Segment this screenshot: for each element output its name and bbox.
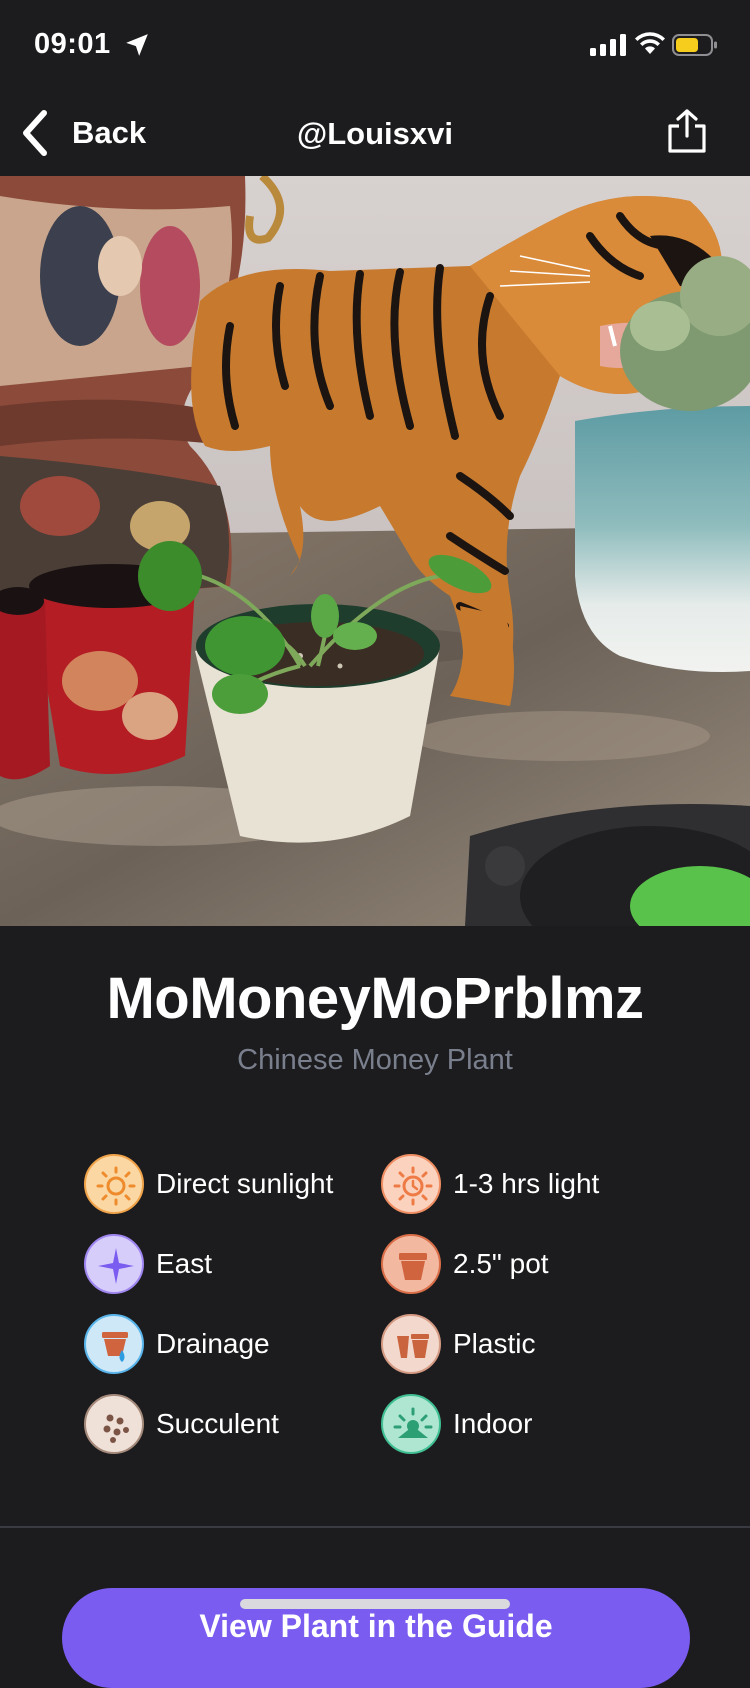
attribute-label: Succulent [156,1408,279,1439]
attribute-light-hours: 1-3 hrs light [381,1154,599,1214]
attribute-label: Plastic [453,1328,536,1359]
compass-star-icon [84,1234,144,1294]
attribute-soil: Succulent [84,1394,279,1454]
indoor-icon [381,1394,441,1454]
attribute-direction: East [84,1234,212,1294]
attribute-label: 1-3 hrs light [453,1168,600,1199]
home-indicator[interactable] [240,1599,510,1609]
divider [0,1526,750,1528]
attribute-label: Drainage [156,1328,270,1359]
battery-icon [672,34,717,56]
attribute-pot-size: 2.5" pot [381,1234,549,1294]
attribute-light-type: Direct sunlight [84,1154,333,1214]
pot-material-icon [381,1314,441,1374]
plant-nickname: MoMoneyMoPrblmz [106,966,644,1031]
plant-photo [0,176,750,926]
page-title: @Louisxvi [297,116,453,151]
attribute-label: Indoor [453,1408,533,1439]
attribute-drainage: Drainage [84,1314,270,1374]
wifi-icon [635,32,665,54]
location-arrow-icon [126,34,148,56]
share-icon[interactable] [666,108,708,154]
status-time: 09:01 [34,28,111,60]
sun-icon [84,1154,144,1214]
attribute-label: 2.5" pot [453,1248,549,1279]
drainage-pot-icon [84,1314,144,1374]
cta-label: View Plant in the Guide [199,1608,553,1644]
attribute-pot-material: Plastic [381,1314,535,1374]
cellular-signal-icon [590,34,626,56]
attribute-label: Direct sunlight [156,1168,334,1199]
attribute-location: Indoor [381,1394,532,1454]
status-bar: 09:01 [0,0,750,90]
sun-clock-icon [381,1154,441,1214]
pot-icon [381,1234,441,1294]
attribute-label: East [156,1248,213,1279]
plant-species: Chinese Money Plant [237,1044,513,1076]
soil-icon [84,1394,144,1454]
navigation-bar: Back @Louisxvi [0,90,750,176]
